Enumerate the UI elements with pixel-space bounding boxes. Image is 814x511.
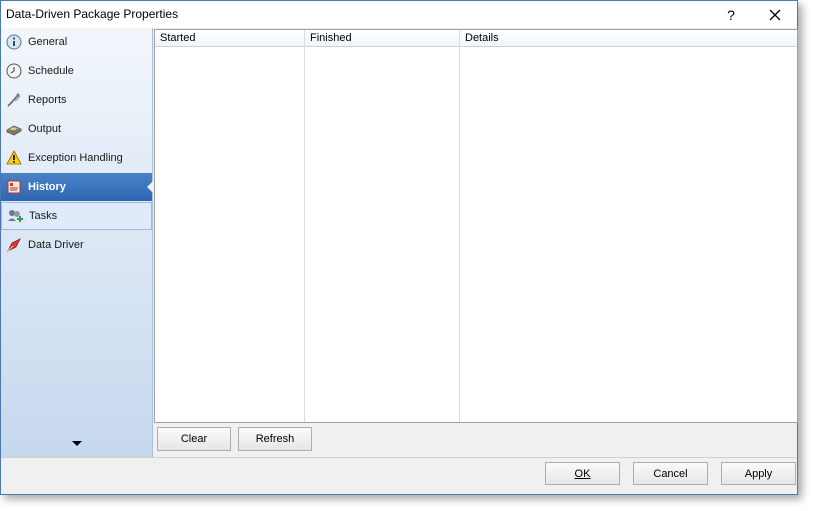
- sidebar-item-label: Output: [28, 123, 62, 135]
- column-header-finished[interactable]: Finished: [305, 30, 460, 46]
- sidebar-item-schedule[interactable]: Schedule: [1, 57, 152, 85]
- sidebar-item-label: Exception Handling: [28, 152, 123, 164]
- apply-button-label: Apply: [744, 467, 773, 480]
- clear-button[interactable]: Clear: [157, 427, 231, 451]
- sidebar-item-reports[interactable]: Reports: [1, 86, 152, 114]
- help-button[interactable]: ?: [709, 1, 753, 28]
- refresh-button[interactable]: Refresh: [238, 427, 312, 451]
- window-title: Data-Driven Package Properties: [6, 7, 179, 21]
- sidebar-item-exception-handling[interactable]: Exception Handling: [1, 144, 152, 172]
- data-driver-icon: [6, 237, 22, 253]
- sidebar-item-label: Data Driver: [28, 239, 84, 251]
- clock-icon: [6, 63, 22, 79]
- footer-divider: [1, 457, 797, 458]
- info-icon: [6, 34, 22, 50]
- cancel-button-label: Cancel: [653, 467, 688, 480]
- sidebar-item-tasks[interactable]: Tasks: [1, 202, 152, 230]
- column-header-details[interactable]: Details: [460, 30, 797, 46]
- column-header-started[interactable]: Started: [155, 30, 305, 46]
- sidebar-item-label: Reports: [28, 94, 67, 106]
- close-button[interactable]: [753, 1, 797, 28]
- scroll-down-icon[interactable]: [72, 441, 82, 446]
- properties-dialog: Data-Driven Package Properties ? General: [0, 0, 798, 495]
- reports-icon: [6, 92, 22, 108]
- close-icon: [769, 9, 781, 20]
- tasks-icon: [7, 208, 23, 224]
- history-icon: [6, 179, 22, 195]
- sidebar-item-label: General: [28, 36, 68, 48]
- warning-icon: [6, 150, 22, 166]
- sidebar-item-general[interactable]: General: [1, 28, 152, 56]
- grid-header: Started Finished Details: [155, 30, 797, 47]
- sidebar-nav: General Schedule Reports Output Exceptio…: [1, 28, 153, 457]
- output-icon: [6, 121, 22, 137]
- sidebar-item-label: Tasks: [29, 210, 58, 222]
- ok-button[interactable]: OK: [545, 462, 620, 485]
- sidebar-item-output[interactable]: Output: [1, 115, 152, 143]
- history-grid[interactable]: Started Finished Details: [154, 29, 798, 423]
- selection-indicator: [147, 181, 153, 193]
- ok-button-label: OK: [574, 467, 591, 480]
- sidebar-item-label: History: [28, 181, 66, 193]
- cancel-button[interactable]: Cancel: [633, 462, 708, 485]
- sidebar-item-data-driver[interactable]: Data Driver: [1, 231, 152, 259]
- apply-button[interactable]: Apply: [721, 462, 796, 485]
- sidebar-item-history[interactable]: History: [1, 173, 153, 201]
- column-divider: [459, 30, 460, 422]
- sidebar-item-label: Schedule: [28, 65, 74, 77]
- column-divider: [304, 30, 305, 422]
- title-bar[interactable]: Data-Driven Package Properties ?: [1, 1, 797, 28]
